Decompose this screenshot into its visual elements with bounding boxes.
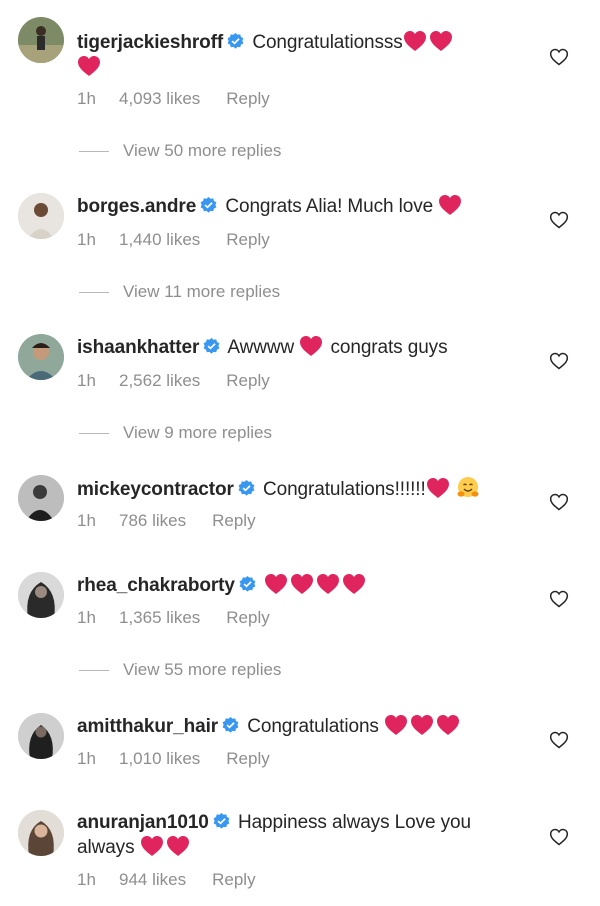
heart-emoji-icon xyxy=(426,477,450,499)
likes-count[interactable]: 1,010 likes xyxy=(119,749,200,769)
like-heart-icon[interactable] xyxy=(549,827,569,847)
comment-body: Congratulations!!!!!! xyxy=(263,479,426,500)
reply-button[interactable]: Reply xyxy=(226,89,269,109)
verified-badge-icon xyxy=(203,338,220,355)
comment-text: ishaankhatter Awwww congrats guys xyxy=(77,335,517,360)
view-replies-button[interactable]: View 9 more replies xyxy=(79,423,272,443)
comment-meta: 1h 786 likes Reply xyxy=(77,511,256,531)
comment-body: Congratulationsss xyxy=(252,32,403,53)
avatar[interactable] xyxy=(18,193,64,239)
heart-emoji-icon xyxy=(77,55,101,77)
comment-time: 1h xyxy=(77,608,96,627)
heart-emoji-icon xyxy=(166,835,190,857)
heart-emoji-icon xyxy=(342,573,366,595)
username-link[interactable]: anuranjan1010 xyxy=(77,812,209,833)
username-link[interactable]: ishaankhatter xyxy=(77,337,199,358)
like-heart-icon[interactable] xyxy=(549,351,569,371)
comment-time: 1h xyxy=(77,371,96,390)
heart-emoji-icon xyxy=(140,835,164,857)
avatar[interactable] xyxy=(18,334,64,380)
view-replies-label: View 9 more replies xyxy=(123,423,272,442)
verified-badge-icon xyxy=(227,33,244,50)
avatar[interactable] xyxy=(18,17,64,63)
comment-body-end: congrats guys xyxy=(330,337,448,358)
heart-emoji-icon xyxy=(264,573,288,595)
comment-meta: 1h 4,093 likes Reply xyxy=(77,89,270,109)
like-heart-icon[interactable] xyxy=(549,210,569,230)
heart-emoji-icon xyxy=(410,714,434,736)
like-heart-icon[interactable] xyxy=(549,47,569,67)
avatar[interactable] xyxy=(18,713,64,759)
reply-button[interactable]: Reply xyxy=(212,511,255,531)
heart-emoji-icon xyxy=(436,714,460,736)
comment-meta: 1h 1,440 likes Reply xyxy=(77,230,270,250)
username-link[interactable]: borges.andre xyxy=(77,196,196,217)
likes-count[interactable]: 1,440 likes xyxy=(119,230,200,250)
verified-badge-icon xyxy=(213,813,230,830)
reply-button[interactable]: Reply xyxy=(212,870,255,890)
comment-time: 1h xyxy=(77,230,96,249)
comment-meta: 1h 1,010 likes Reply xyxy=(77,749,270,769)
view-replies-label: View 50 more replies xyxy=(123,141,282,160)
verified-badge-icon xyxy=(238,480,255,497)
heart-emoji-icon xyxy=(299,335,323,357)
username-link[interactable]: tigerjackieshroff xyxy=(77,32,223,53)
heart-emoji-icon xyxy=(290,573,314,595)
comment-body-start: Awwww xyxy=(227,337,295,358)
reply-button[interactable]: Reply xyxy=(226,371,269,391)
heart-emoji-icon xyxy=(438,194,462,216)
likes-count[interactable]: 2,562 likes xyxy=(119,371,200,391)
username-link[interactable]: mickeycontractor xyxy=(77,479,234,500)
divider-line xyxy=(79,433,109,435)
view-replies-button[interactable]: View 55 more replies xyxy=(79,660,281,680)
reply-button[interactable]: Reply xyxy=(226,749,269,769)
avatar[interactable] xyxy=(18,572,64,618)
likes-count[interactable]: 786 likes xyxy=(119,511,186,531)
verified-badge-icon xyxy=(222,717,239,734)
comment-text: mickeycontractor Congratulations!!!!!! xyxy=(77,476,517,502)
comment-time: 1h xyxy=(77,89,96,108)
like-heart-icon[interactable] xyxy=(549,730,569,750)
comment-text: rhea_chakraborty xyxy=(77,573,517,598)
view-replies-label: View 11 more replies xyxy=(123,282,281,301)
username-link[interactable]: rhea_chakraborty xyxy=(77,575,235,596)
avatar[interactable] xyxy=(18,475,64,521)
reply-button[interactable]: Reply xyxy=(226,608,269,628)
divider-line xyxy=(79,670,109,672)
verified-badge-icon xyxy=(200,197,217,214)
comment-time: 1h xyxy=(77,749,96,768)
view-replies-button[interactable]: View 11 more replies xyxy=(79,282,280,302)
like-heart-icon[interactable] xyxy=(549,492,569,512)
likes-count[interactable]: 4,093 likes xyxy=(119,89,200,109)
hugging-face-emoji-icon xyxy=(456,476,480,500)
view-replies-button[interactable]: View 50 more replies xyxy=(79,141,281,161)
comment-text: borges.andre Congrats Alia! Much love xyxy=(77,194,517,219)
like-heart-icon[interactable] xyxy=(549,589,569,609)
divider-line xyxy=(79,292,109,294)
comment-meta: 1h 1,365 likes Reply xyxy=(77,608,270,628)
comment-text: anuranjan1010 Happiness always Love you … xyxy=(77,811,517,860)
comment-meta: 1h 944 likes Reply xyxy=(77,870,256,890)
comment-body: Congratulations xyxy=(247,716,379,737)
likes-count[interactable]: 944 likes xyxy=(119,870,186,890)
reply-button[interactable]: Reply xyxy=(226,230,269,250)
view-replies-label: View 55 more replies xyxy=(123,660,282,679)
heart-emoji-icon xyxy=(403,30,427,52)
comment-time: 1h xyxy=(77,511,96,530)
comment-text: amitthakur_hair Congratulations xyxy=(77,714,517,739)
comment-text: tigerjackieshroff Congratulationsss xyxy=(77,30,517,80)
heart-emoji-icon xyxy=(429,30,453,52)
heart-emoji-icon xyxy=(384,714,408,736)
comment-meta: 1h 2,562 likes Reply xyxy=(77,371,270,391)
username-link[interactable]: amitthakur_hair xyxy=(77,716,218,737)
verified-badge-icon xyxy=(239,576,256,593)
comment-body: Congrats Alia! Much love xyxy=(225,196,434,217)
comment-time: 1h xyxy=(77,870,96,889)
likes-count[interactable]: 1,365 likes xyxy=(119,608,200,628)
avatar[interactable] xyxy=(18,810,64,856)
heart-emoji-icon xyxy=(316,573,340,595)
divider-line xyxy=(79,151,109,153)
